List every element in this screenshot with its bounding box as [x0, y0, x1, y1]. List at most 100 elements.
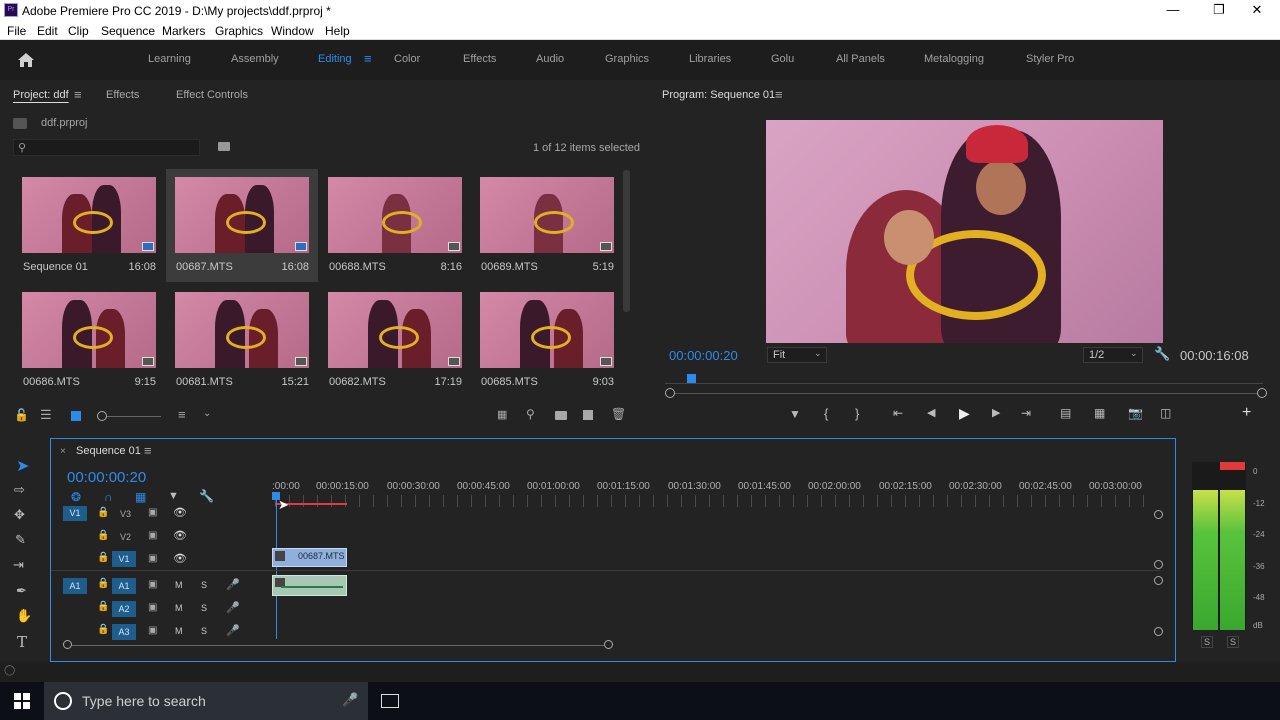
video-zoom-handle-bottom[interactable]	[1154, 560, 1163, 569]
sync-lock-icon[interactable]: ▣	[148, 530, 157, 541]
track-lock-icon[interactable]: 🔒	[97, 552, 109, 563]
tab-effects[interactable]: Effects	[106, 89, 139, 101]
zoom-slider-track[interactable]	[107, 416, 161, 417]
workspace-styler-pro[interactable]: Styler Pro	[1026, 53, 1074, 65]
menu-window[interactable]: Window	[271, 24, 314, 38]
sync-lock-icon[interactable]: ▣	[148, 579, 157, 590]
zoom-scroll-left-handle[interactable]	[665, 388, 675, 398]
minimize-button[interactable]: —	[1150, 0, 1196, 22]
audio-zoom-handle-bottom[interactable]	[1154, 627, 1163, 636]
solo-button[interactable]: S	[201, 603, 207, 613]
new-bin-from-search-icon[interactable]	[218, 142, 230, 151]
menu-clip[interactable]: Clip	[68, 24, 89, 38]
go-to-in-icon[interactable]: ⇤	[893, 406, 903, 420]
comparison-view-icon[interactable]: ◫	[1160, 406, 1171, 420]
thumbnail-00688[interactable]	[328, 177, 462, 253]
timeline-scroll-right-handle[interactable]	[604, 640, 613, 649]
track-label-v3[interactable]: V3	[120, 509, 131, 519]
project-panel-menu-icon[interactable]: ≡	[74, 87, 82, 102]
workspace-color[interactable]: Color	[394, 53, 420, 65]
track-lock-icon[interactable]: 🔒	[97, 530, 109, 541]
resolution-select[interactable]: 1/2 ⌄	[1083, 347, 1143, 363]
solo-button[interactable]: S	[201, 626, 207, 636]
button-editor-icon[interactable]: +	[1242, 404, 1251, 422]
export-frame-icon[interactable]: 📷	[1128, 406, 1143, 420]
pen-tool-icon[interactable]: ✒	[16, 583, 27, 599]
thumbnail-00689[interactable]	[480, 177, 614, 253]
program-playhead[interactable]	[687, 374, 696, 383]
workspace-graphics[interactable]: Graphics	[605, 53, 649, 65]
timeline-scrollbar[interactable]	[72, 645, 604, 646]
source-patch-a1[interactable]: A1	[63, 578, 87, 594]
track-lock-icon[interactable]: 🔒	[97, 601, 109, 612]
timeline-ruler-ticks[interactable]	[275, 495, 1151, 507]
program-video-frame[interactable]	[766, 120, 1163, 343]
mute-button[interactable]: M	[175, 626, 183, 636]
home-icon[interactable]	[17, 52, 35, 68]
menu-edit[interactable]: Edit	[37, 24, 58, 38]
menu-graphics[interactable]: Graphics	[215, 24, 263, 38]
workspace-golu[interactable]: Golu	[771, 53, 794, 65]
timeline-scroll-left-handle[interactable]	[63, 640, 72, 649]
step-back-icon[interactable]: ◀	[927, 406, 938, 419]
snap-icon[interactable]: ∩	[104, 490, 113, 504]
find-icon[interactable]: ⚲	[526, 407, 535, 421]
workspace-effects[interactable]: Effects	[463, 53, 496, 65]
razor-tool-icon[interactable]: ✎	[15, 532, 26, 548]
mark-out-icon[interactable]: }	[855, 406, 859, 421]
taskbar-search-box[interactable]: Type here to search 🎤	[44, 682, 368, 720]
hand-tool-icon[interactable]: ✋	[16, 608, 32, 624]
voice-over-mic-icon[interactable]: 🎤	[226, 624, 240, 637]
zoom-select[interactable]: Fit ⌄	[767, 347, 827, 363]
menu-markers[interactable]: Markers	[162, 24, 205, 38]
track-target-a2[interactable]: A2	[112, 601, 136, 617]
thumbnail-00681[interactable]	[175, 292, 309, 368]
project-scrollbar[interactable]	[623, 170, 630, 312]
sequence-menu-icon[interactable]: ≡	[144, 443, 152, 458]
step-forward-icon[interactable]: ▶	[992, 406, 1000, 419]
play-icon[interactable]: ▶	[959, 405, 970, 422]
automate-to-sequence-icon[interactable]: ▦	[497, 408, 507, 421]
project-search-input[interactable]: ⚲	[13, 139, 200, 156]
thumbnail-sequence-01[interactable]	[22, 177, 156, 253]
timeline-settings-icon[interactable]: 🔧	[199, 489, 214, 503]
new-item-icon[interactable]	[583, 410, 593, 420]
audio-clip[interactable]	[272, 575, 347, 596]
list-view-icon[interactable]: ☰	[40, 407, 52, 423]
sequence-tab[interactable]: Sequence 01	[76, 445, 141, 457]
menu-sequence[interactable]: Sequence	[101, 24, 155, 38]
thumbnail-00686[interactable]	[22, 292, 156, 368]
timeline-current-time[interactable]: 00:00:00:20	[67, 469, 146, 486]
lift-icon[interactable]: ▤	[1060, 406, 1071, 420]
linked-selection-icon[interactable]: ▦	[135, 490, 146, 504]
sync-lock-icon[interactable]: ▣	[148, 507, 157, 518]
track-lock-icon[interactable]: 🔒	[97, 507, 109, 518]
thumbnail-00687[interactable]	[175, 177, 309, 253]
slip-tool-icon[interactable]: ⇥	[13, 557, 24, 573]
toggle-output-icon[interactable]: 👁	[173, 506, 187, 519]
task-view-icon[interactable]	[381, 694, 399, 708]
sync-lock-icon[interactable]: ▣	[148, 553, 157, 564]
solo-right-button[interactable]: S	[1227, 636, 1240, 648]
sync-lock-icon[interactable]: ▣	[148, 625, 157, 636]
windows-start-icon[interactable]	[14, 693, 30, 709]
selection-tool-icon[interactable]: ➤	[16, 456, 29, 476]
sort-icon[interactable]: ≡	[178, 407, 186, 422]
workspace-editing[interactable]: Editing	[318, 53, 352, 65]
voice-over-mic-icon[interactable]: 🎤	[226, 601, 240, 614]
workspace-libraries[interactable]: Libraries	[689, 53, 731, 65]
type-tool-icon[interactable]: T	[17, 633, 27, 651]
program-monitor-title[interactable]: Program: Sequence 01	[662, 89, 775, 101]
voice-over-mic-icon[interactable]: 🎤	[226, 578, 240, 591]
mark-in-icon[interactable]: {	[824, 406, 828, 421]
program-menu-icon[interactable]: ≡	[775, 87, 783, 102]
workspace-assembly[interactable]: Assembly	[231, 53, 279, 65]
track-target-a3[interactable]: A3	[112, 624, 136, 640]
icon-view-icon[interactable]	[71, 411, 81, 421]
solo-button[interactable]: S	[201, 580, 207, 590]
workspace-all-panels[interactable]: All Panels	[836, 53, 885, 65]
add-marker-icon[interactable]: ▼	[789, 407, 801, 421]
lock-icon[interactable]: 🔓	[14, 408, 29, 422]
solo-left-button[interactable]: S	[1201, 636, 1214, 648]
thumbnail-00682[interactable]	[328, 292, 462, 368]
